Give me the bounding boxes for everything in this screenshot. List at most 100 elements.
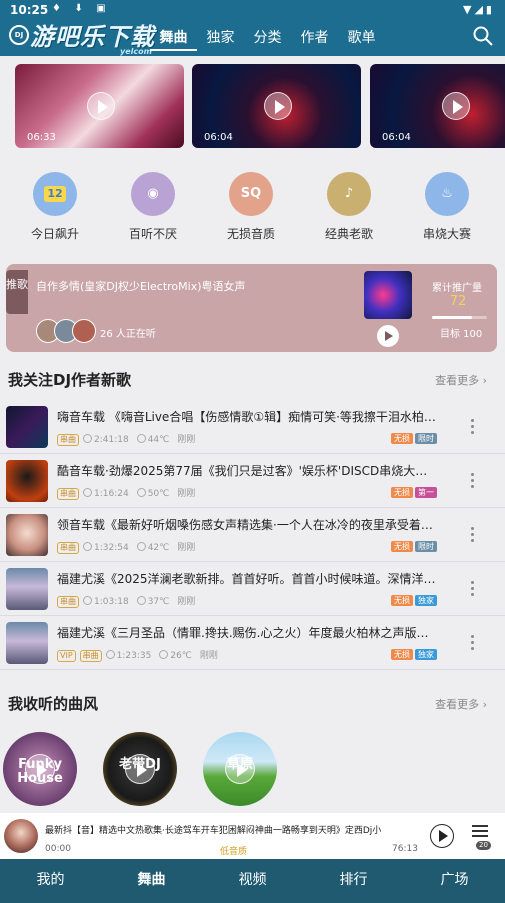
tab-zuozhe[interactable]: 作者 xyxy=(291,27,338,51)
song-cover xyxy=(6,622,48,664)
more-options-icon[interactable] xyxy=(471,473,475,491)
see-more-followed[interactable]: 查看更多 › xyxy=(435,372,487,388)
recommend-card[interactable]: 推歌 自作多情(皇家DJ权少ElectroMix)粤语女声 26 人正在听 累计… xyxy=(6,264,497,352)
video-card[interactable]: 06:33 xyxy=(15,64,184,148)
play-icon[interactable] xyxy=(442,92,470,120)
recommend-title[interactable]: 自作多情(皇家DJ权少ElectroMix)粤语女声 xyxy=(36,278,246,294)
song-duration: 1:23:35 xyxy=(116,651,152,661)
song-meta: VIP 串曲 1:23:35 26℃ 刚刚 xyxy=(57,648,218,662)
song-row[interactable]: 福建尤溪《三月圣品（情罪.搀扶.赐伤.心之火）年度最火柏林之声版（... VIP… xyxy=(0,617,505,670)
song-row[interactable]: 福建尤溪《2025洋澜老歌新排。首首好听。首首小时候味道。深情洋澜... 串曲 1… xyxy=(0,563,505,616)
song-time: 刚刚 xyxy=(177,435,196,445)
player-time-current: 00:00 xyxy=(45,844,71,854)
see-more-genres[interactable]: 查看更多 › xyxy=(435,696,487,712)
song-tags: 无损 第一 xyxy=(391,487,439,498)
song-tags: 无损 独家 xyxy=(391,595,439,606)
tab-dujia[interactable]: 独家 xyxy=(197,27,244,51)
video-duration: 06:33 xyxy=(27,132,56,143)
temperature-icon xyxy=(136,596,146,605)
play-icon[interactable] xyxy=(225,754,255,784)
song-heat: 42℃ xyxy=(147,543,170,553)
recommend-cover[interactable] xyxy=(364,271,412,319)
song-badge: 串曲 xyxy=(57,434,79,446)
promo-progress-fill xyxy=(432,316,472,319)
nav-plaza[interactable]: 广场 xyxy=(404,859,505,903)
nav-mine[interactable]: 我的 xyxy=(0,859,101,903)
song-time: 刚刚 xyxy=(177,543,196,553)
nav-ranking[interactable]: 排行 xyxy=(303,859,404,903)
section-title-genres: 我收听的曲风 xyxy=(8,695,99,713)
listener-avatars xyxy=(36,319,106,343)
tab-gedan[interactable]: 歌单 xyxy=(338,27,385,51)
play-icon[interactable] xyxy=(87,92,115,120)
song-badge: 串曲 xyxy=(57,488,79,500)
video-duration: 06:04 xyxy=(204,132,233,143)
clock-icon xyxy=(83,596,92,605)
dj-logo-icon[interactable]: DJ xyxy=(9,25,29,45)
more-options-icon[interactable] xyxy=(471,635,475,653)
category-today-rising[interactable]: 12 今日飙升 xyxy=(15,170,95,242)
song-heat: 26℃ xyxy=(170,651,192,661)
play-pause-button[interactable] xyxy=(430,824,454,848)
status-time: 10:25 xyxy=(10,3,49,17)
category-classic[interactable]: ♪ 经典老歌 xyxy=(309,170,389,242)
song-row[interactable]: 嗨音车载 《嗨音Live合唱【伤感情歌①辑】痴情可笑·等我擦干泪水柏林... 串… xyxy=(0,401,505,454)
tag-lossless: 无损 xyxy=(391,433,413,444)
genre-old-dj[interactable]: 老带DJ xyxy=(103,732,177,806)
video-card[interactable]: 06:04 xyxy=(370,64,505,148)
video-carousel[interactable]: 06:33 06:04 06:04 xyxy=(15,64,505,148)
play-icon[interactable] xyxy=(25,754,55,784)
song-title: 福建尤溪《2025洋澜老歌新排。首首好听。首首小时候味道。深情洋澜... xyxy=(57,572,437,586)
see-more-label: 查看更多 xyxy=(435,698,480,711)
play-icon[interactable] xyxy=(125,754,155,784)
nav-video[interactable]: 视频 xyxy=(202,859,303,903)
category-glyph: ♪ xyxy=(344,186,354,201)
song-title: 嗨音车载 《嗨音Live合唱【伤感情歌①辑】痴情可笑·等我擦干泪水柏林... xyxy=(57,410,437,424)
song-meta: 串曲 1:32:54 42℃ 刚刚 xyxy=(57,540,195,554)
category-label: 经典老歌 xyxy=(324,227,373,241)
recommend-tag: 推歌 xyxy=(6,270,28,314)
song-row[interactable]: 领音车载《最新好听烟嗓伤感女声精选集·一个人在冰冷的夜里承受着孤... 串曲 1:… xyxy=(0,509,505,562)
sq-headphones-icon: SQ xyxy=(229,172,273,216)
search-icon[interactable] xyxy=(473,26,493,46)
song-badge: 串曲 xyxy=(79,650,102,662)
genre-funky-house[interactable]: Funky House xyxy=(3,732,77,806)
category-medley-contest[interactable]: ♨ 串烧大赛 xyxy=(407,170,487,242)
category-shortcuts: 12 今日飙升 ◉ 百听不厌 SQ 无损音质 ♪ 经典老歌 ♨ 串烧大赛 xyxy=(0,170,505,242)
more-options-icon[interactable] xyxy=(471,581,475,599)
avatar xyxy=(72,319,96,343)
temperature-icon xyxy=(136,488,146,497)
clock-icon xyxy=(83,542,92,551)
tag-lossless: 无损 xyxy=(391,595,413,606)
tab-wuqu[interactable]: 舞曲 xyxy=(150,27,197,51)
song-title: 酷音车载·劲爆2025第77届《我们只是过客》'娱乐杯'DISCD串烧大赛·Dj… xyxy=(57,464,437,478)
temperature-icon xyxy=(159,650,169,659)
song-time: 刚刚 xyxy=(199,651,218,661)
section-title-followed: 我关注DJ作者新歌 xyxy=(8,371,132,389)
play-icon[interactable] xyxy=(264,92,292,120)
temperature-icon xyxy=(136,542,146,551)
song-meta: 串曲 1:16:24 50℃ 刚刚 xyxy=(57,486,195,500)
song-row[interactable]: 酷音车载·劲爆2025第77届《我们只是过客》'娱乐杯'DISCD串烧大赛·Dj… xyxy=(0,455,505,508)
more-options-icon[interactable] xyxy=(471,419,475,437)
category-never-tired[interactable]: ◉ 百听不厌 xyxy=(113,170,193,242)
tag-lossless: 无损 xyxy=(391,649,413,660)
player-avatar[interactable] xyxy=(4,819,38,853)
genre-grassland[interactable]: 草原 xyxy=(203,732,277,806)
tag-exclusive: 独家 xyxy=(415,649,437,660)
song-duration: 1:03:18 xyxy=(94,597,129,607)
category-lossless[interactable]: SQ 无损音质 xyxy=(211,170,291,242)
nav-dance-music[interactable]: 舞曲 xyxy=(101,859,202,903)
more-options-icon[interactable] xyxy=(471,527,475,545)
tag-limited: 限时 xyxy=(415,541,437,552)
player-time-total: 76:13 xyxy=(392,844,418,854)
category-glyph: ♨ xyxy=(441,186,453,201)
player-quality[interactable]: 低音质 xyxy=(220,844,247,857)
tab-fenlei[interactable]: 分类 xyxy=(244,27,291,51)
song-time: 刚刚 xyxy=(177,597,196,607)
queue-count-badge: 20 xyxy=(476,841,491,850)
mini-player[interactable]: 最新抖【音】精选中文热歌集·长途驾车开车犯困解闷神曲一路畅享到天明》定西Dj小 … xyxy=(0,813,505,859)
video-card[interactable]: 06:04 xyxy=(192,64,361,148)
play-icon[interactable] xyxy=(377,325,399,347)
song-tags: 无损 独家 xyxy=(391,649,439,660)
